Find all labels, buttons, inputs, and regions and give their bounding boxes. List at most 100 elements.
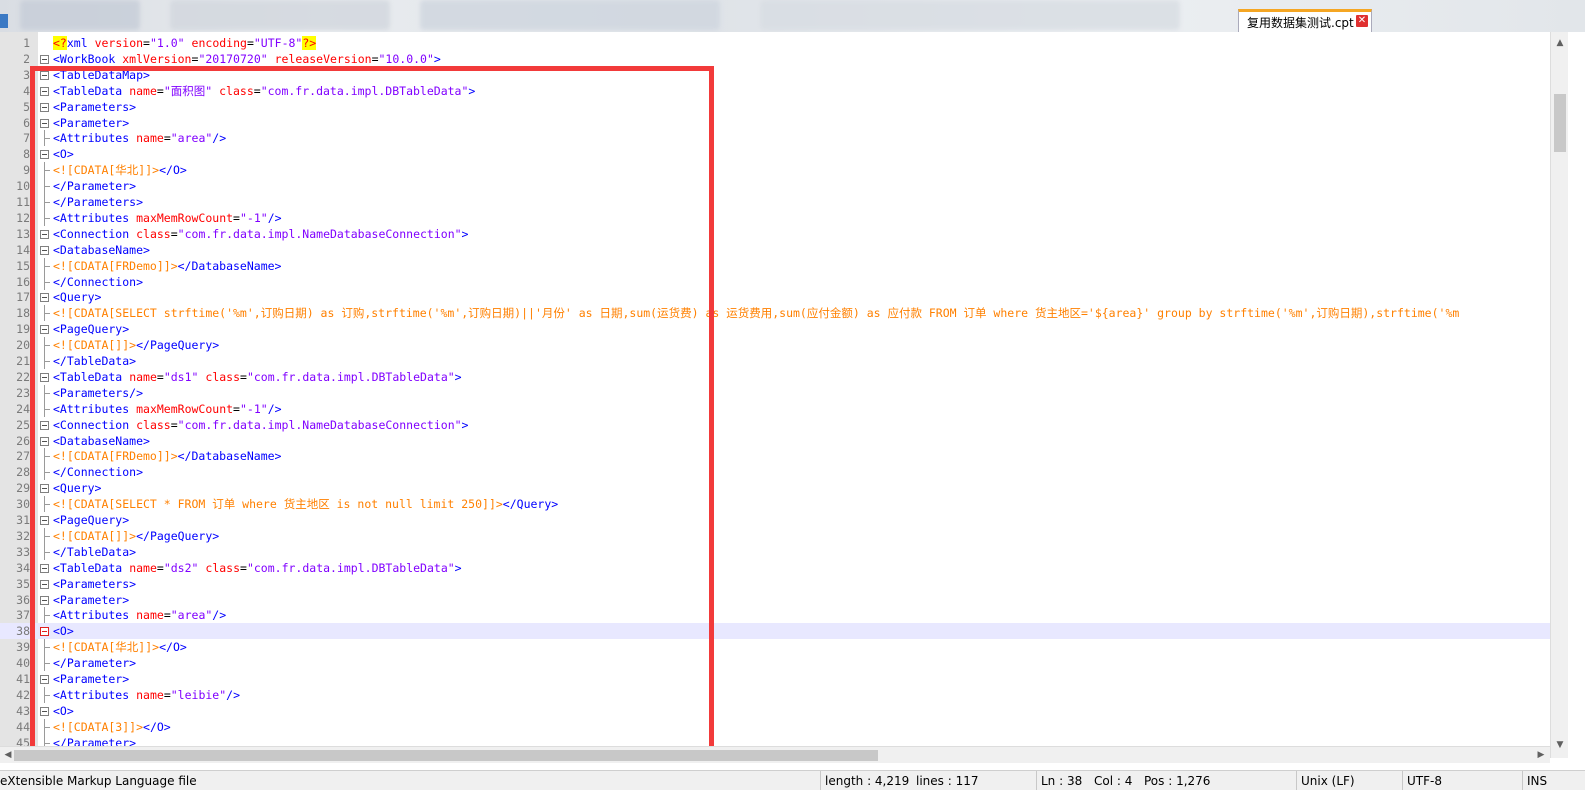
code-line[interactable]: 18 <![CDATA[SELECT strftime('%m',订购日期) as… (0, 305, 1568, 322)
code-line[interactable]: 32 <![CDATA[]]></PageQuery> (0, 527, 1568, 544)
fold-toggle-icon[interactable] (40, 563, 49, 573)
code-line[interactable]: 31 <PageQuery> (0, 512, 1568, 528)
code-line[interactable]: 30 <![CDATA[SELECT * FROM 订单 where 货主地区 i… (0, 496, 1568, 513)
fold-guide (44, 535, 50, 537)
horizontal-scrollbar[interactable]: ◀ ▶ (0, 746, 1550, 763)
code-line[interactable]: 19 <PageQuery> (0, 321, 1568, 337)
fold-guide (44, 663, 50, 665)
code-line[interactable]: 7 <Attributes name="area"/> (0, 130, 1568, 147)
line-number: 28 (16, 465, 30, 480)
fold-toggle-icon[interactable] (40, 150, 49, 160)
tab-active-file[interactable]: 复用数据集测试.cpt ✕ (1238, 9, 1372, 32)
code-line[interactable]: 37 <Attributes name="area"/> (0, 607, 1568, 624)
code-line[interactable]: 2 <WorkBook xmlVersion="20170720" release… (0, 51, 1568, 67)
code-line[interactable]: 14 <DatabaseName> (0, 242, 1568, 258)
status-insert-mode[interactable]: INS (1522, 771, 1547, 790)
code-line[interactable]: 44 <![CDATA[3]]></O> (0, 718, 1568, 735)
code-line[interactable]: 41 <Parameter> (0, 671, 1568, 687)
fold-toggle-icon[interactable] (40, 70, 49, 80)
code-line[interactable]: 22 <TableData name="ds1" class="com.fr.da… (0, 369, 1568, 385)
code-text: <TableData name="ds1" class="com.fr.data… (53, 369, 462, 384)
horizontal-scrollbar-thumb[interactable] (14, 750, 878, 761)
code-line[interactable]: 27 <![CDATA[FRDemo]]></DatabaseName> (0, 448, 1568, 465)
fold-guide (44, 472, 50, 474)
code-line[interactable]: 5 <Parameters> (0, 99, 1568, 115)
code-line[interactable]: 39 <![CDATA[华北]]></O> (0, 639, 1568, 656)
code-line[interactable]: 38 <O> (0, 623, 1568, 640)
code-line[interactable]: 43 <O> (0, 703, 1568, 719)
code-text: <Parameter> (53, 672, 130, 686)
line-number: 10 (16, 179, 30, 194)
line-number: 5 (23, 99, 30, 114)
code-line[interactable]: 40 </Parameter> (0, 655, 1568, 672)
code-line[interactable]: 8 <O> (0, 146, 1568, 162)
code-line[interactable]: 28 </Connection> (0, 464, 1568, 481)
code-line[interactable]: 16 </Connection> (0, 273, 1568, 290)
code-line[interactable]: 12 <Attributes maxMemRowCount="-1"/> (0, 209, 1568, 226)
line-number: 18 (16, 306, 30, 321)
scroll-up-icon[interactable]: ▲ (1552, 36, 1568, 50)
code-line[interactable]: 4 <TableData name="面积图" class="com.fr.dat… (0, 83, 1568, 99)
code-text: <Parameters> (53, 99, 137, 114)
fold-toggle-icon[interactable] (40, 436, 49, 446)
fold-toggle-icon[interactable] (40, 86, 49, 96)
fold-toggle-icon[interactable] (40, 516, 49, 525)
code-line[interactable]: 21 </TableData> (0, 353, 1568, 369)
status-file-type: eXtensible Markup Language file (0, 774, 197, 788)
fold-toggle-icon[interactable] (40, 706, 49, 716)
scroll-right-icon[interactable]: ▶ (1533, 748, 1549, 762)
toolbar-icons-blurred (170, 0, 390, 30)
fold-guide (44, 361, 50, 362)
fold-toggle-icon[interactable] (40, 325, 49, 335)
code-line[interactable]: 15 <![CDATA[FRDemo]]></DatabaseName> (0, 257, 1568, 274)
code-line[interactable]: 17 <Query> (0, 289, 1568, 305)
code-text: <![CDATA[SELECT strftime('%m',订购日期) as 订… (53, 306, 1460, 321)
code-text: <Query> (53, 290, 102, 305)
vertical-scrollbar-thumb[interactable] (1554, 94, 1566, 152)
code-line[interactable]: 20 <![CDATA[]]></PageQuery> (0, 337, 1568, 354)
status-position: Pos : 1,276 (1144, 774, 1211, 788)
fold-toggle-icon[interactable] (40, 420, 49, 430)
fold-toggle-icon[interactable] (40, 118, 49, 128)
code-line[interactable]: 1 <?xml version="1.0" encoding="UTF-8"?> (0, 35, 1568, 51)
close-icon[interactable]: ✕ (1356, 15, 1368, 27)
code-editor[interactable]: 1 <?xml version="1.0" encoding="UTF-8"?> 2… (0, 32, 1568, 758)
code-line[interactable]: 26 <DatabaseName> (0, 433, 1568, 449)
scroll-down-icon[interactable]: ▼ (1552, 738, 1568, 752)
document-icon[interactable] (0, 14, 8, 28)
fold-toggle-icon[interactable] (40, 293, 49, 303)
code-line[interactable]: 34 <TableData name="ds2" class="com.fr.da… (0, 560, 1568, 576)
code-text: </Parameter> (53, 179, 137, 194)
line-number: 44 (16, 719, 30, 734)
code-line[interactable]: 35 <Parameters> (0, 576, 1568, 592)
fold-guide (44, 647, 50, 649)
code-line[interactable]: 23 <Parameters/> (0, 384, 1568, 401)
line-number: 15 (16, 258, 30, 273)
fold-toggle-icon[interactable] (40, 484, 49, 494)
fold-toggle-icon[interactable] (40, 675, 49, 684)
fold-toggle-icon[interactable] (40, 372, 49, 382)
code-line[interactable]: 36 <Parameter> (0, 592, 1568, 608)
fold-toggle-icon[interactable] (40, 595, 49, 605)
code-line[interactable]: 9 <![CDATA[华北]]></O> (0, 162, 1568, 179)
code-line[interactable]: 24 <Attributes maxMemRowCount="-1"/> (0, 400, 1568, 417)
fold-toggle-icon[interactable] (40, 245, 49, 255)
fold-toggle-icon[interactable] (40, 627, 49, 637)
fold-toggle-icon[interactable] (40, 579, 49, 589)
status-encoding[interactable]: UTF-8 (1402, 771, 1442, 790)
fold-toggle-icon[interactable] (40, 229, 49, 239)
fold-toggle-icon[interactable] (40, 54, 49, 64)
vertical-scrollbar[interactable]: ▲ ▼ (1550, 32, 1568, 758)
code-line[interactable]: 42 <Attributes name="leibie"/> (0, 686, 1568, 703)
code-line[interactable]: 29 <Query> (0, 480, 1568, 496)
code-line[interactable]: 6 <Parameter> (0, 115, 1568, 131)
code-line[interactable]: 10 </Parameter> (0, 178, 1568, 195)
code-line[interactable]: 3 <TableDataMap> (0, 67, 1568, 83)
code-line[interactable]: 25 <Connection class="com.fr.data.impl.Na… (0, 417, 1568, 433)
code-line[interactable]: 33 </TableData> (0, 543, 1568, 560)
code-line[interactable]: 13 <Connection class="com.fr.data.impl.Na… (0, 226, 1568, 242)
status-eol[interactable]: Unix (LF) (1296, 771, 1355, 790)
code-line[interactable]: 11 </Parameters> (0, 194, 1568, 210)
code-text: </Connection> (53, 274, 144, 289)
fold-toggle-icon[interactable] (40, 102, 49, 112)
